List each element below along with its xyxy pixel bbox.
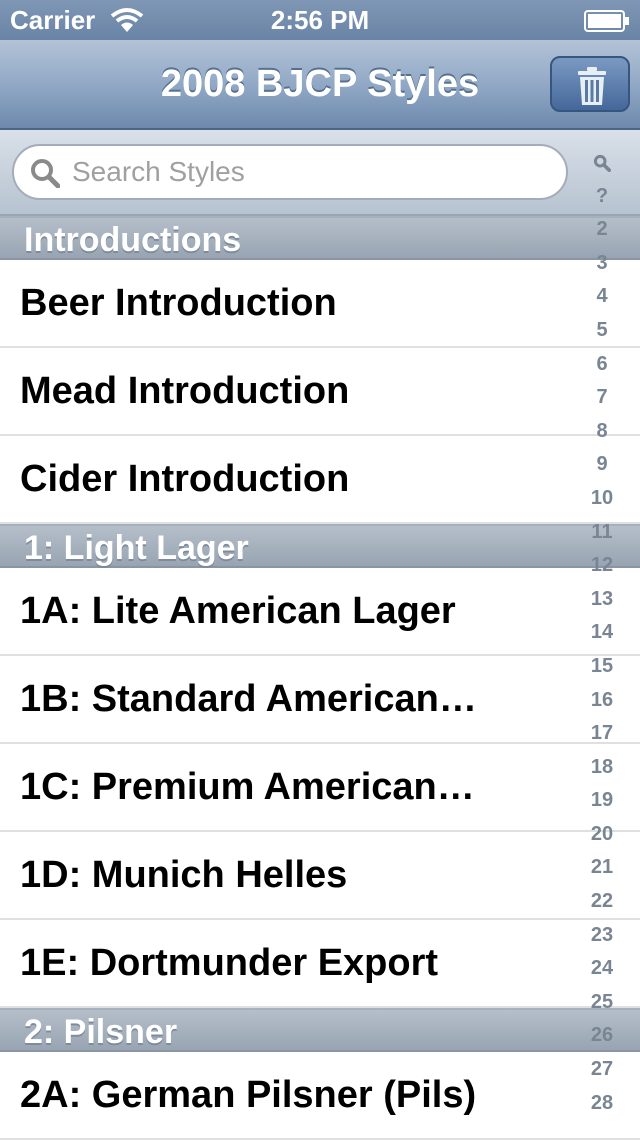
index-item[interactable]: 15 <box>576 650 628 684</box>
index-item[interactable]: 10 <box>576 482 628 516</box>
index-item[interactable]: 16 <box>576 684 628 718</box>
section-header-label: Introductions <box>24 221 242 259</box>
battery-icon <box>584 10 629 32</box>
index-item[interactable]: ? <box>576 180 628 214</box>
search-icon <box>31 159 60 188</box>
list-item[interactable]: 1C: Premium American… <box>0 744 640 832</box>
trash-button[interactable] <box>550 56 630 112</box>
index-item[interactable]: 2 <box>576 213 628 247</box>
index-item[interactable]: 25 <box>576 986 628 1020</box>
section-header-light-lager: 1: Light Lager <box>0 524 640 568</box>
page-title: 2008 BJCP Styles <box>160 63 480 105</box>
index-item[interactable]: 11 <box>576 516 628 550</box>
list-item[interactable]: Mead Introduction <box>0 348 640 436</box>
index-item[interactable]: 28 <box>576 1087 628 1121</box>
list-item[interactable]: 1A: Lite American Lager <box>0 568 640 656</box>
list-item[interactable]: 1D: Munich Helles <box>0 832 640 920</box>
index-item[interactable]: 6 <box>576 348 628 382</box>
index-item[interactable]: 13 <box>576 583 628 617</box>
list-item[interactable]: 1E: Dortmunder Export <box>0 920 640 1008</box>
index-item[interactable]: 4 <box>576 280 628 314</box>
list-item[interactable]: Cider Introduction <box>0 436 640 524</box>
section-header-pilsner: 2: Pilsner <box>0 1008 640 1052</box>
index-item[interactable]: 3 <box>576 247 628 281</box>
index-item[interactable]: 26 <box>576 1019 628 1053</box>
index-item[interactable]: 7 <box>576 381 628 415</box>
section-header-label: 1: Light Lager <box>24 529 249 567</box>
search-input[interactable] <box>72 154 552 190</box>
index-item[interactable]: 23 <box>576 919 628 953</box>
index-item[interactable]: 17 <box>576 717 628 751</box>
status-time: 2:56 PM <box>270 5 370 35</box>
index-item[interactable]: 21 <box>576 851 628 885</box>
index-item[interactable]: 20 <box>576 818 628 852</box>
list-item[interactable]: 1B: Standard American… <box>0 656 640 744</box>
list-item-label: Beer Introduction <box>20 282 337 324</box>
index-item[interactable]: 18 <box>576 751 628 785</box>
list-item-label: 1E: Dortmunder Export <box>20 942 439 984</box>
index-search-icon[interactable] <box>576 146 628 180</box>
search-icon <box>593 154 611 172</box>
trash-icon <box>578 67 606 105</box>
list-item[interactable]: Beer Introduction <box>0 260 640 348</box>
list-item-label: 1D: Munich Helles <box>20 854 348 896</box>
section-index[interactable]: ? 2 3 4 5 6 7 8 9 10 11 12 13 14 15 16 17 18 19 20 21 22 23 24 2… <box>576 146 628 1120</box>
list-item[interactable]: 2A: German Pilsner (Pils) <box>0 1052 640 1140</box>
index-item[interactable]: 14 <box>576 616 628 650</box>
index-item[interactable]: 24 <box>576 952 628 986</box>
index-item[interactable]: 12 <box>576 549 628 583</box>
navigation-bar: 2008 BJCP Styles <box>0 40 640 130</box>
index-item[interactable]: 9 <box>576 448 628 482</box>
index-item[interactable]: 19 <box>576 784 628 818</box>
list-item-label: 2A: German Pilsner (Pils) <box>20 1074 477 1116</box>
list-item-label: 1C: Premium American… <box>20 766 475 808</box>
section-header-introductions: Introductions <box>0 216 640 260</box>
list-item-label: 1A: Lite American Lager <box>20 590 456 632</box>
index-item[interactable]: 27 <box>576 1053 628 1087</box>
styles-list: Introductions Beer Introduction Mead Int… <box>0 216 640 1140</box>
index-item[interactable]: 8 <box>576 415 628 449</box>
list-item-label: Cider Introduction <box>20 458 350 500</box>
search-field[interactable] <box>12 144 568 200</box>
index-item[interactable]: 22 <box>576 885 628 919</box>
status-bar: Carrier 2:56 PM <box>0 0 640 40</box>
index-item[interactable]: 5 <box>576 314 628 348</box>
list-item-label: Mead Introduction <box>20 370 350 412</box>
search-bar <box>0 130 640 216</box>
list-item-label: 1B: Standard American… <box>20 678 477 720</box>
section-header-label: 2: Pilsner <box>24 1013 178 1051</box>
